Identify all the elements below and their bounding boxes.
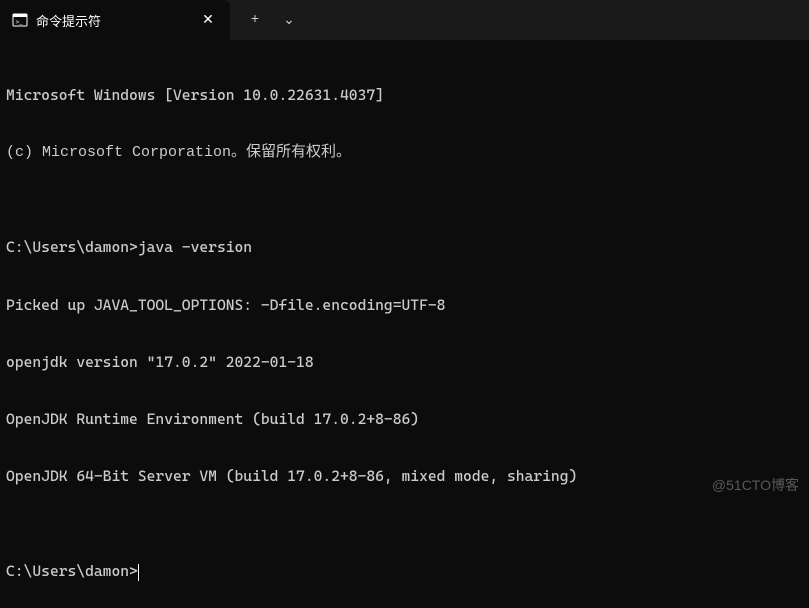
terminal-output[interactable]: Microsoft Windows [Version 10.0.22631.40…	[0, 40, 809, 608]
tab-dropdown-button[interactable]: ⌄	[272, 0, 306, 40]
watermark: @51CTO博客	[712, 475, 799, 495]
window-titlebar: >_ 命令提示符 ✕ + ⌄	[0, 0, 809, 40]
output-line: openjdk version "17.0.2" 2022-01-18	[6, 353, 803, 372]
new-tab-button[interactable]: +	[238, 0, 272, 40]
output-line: Microsoft Windows [Version 10.0.22631.40…	[6, 86, 803, 105]
output-line: C:\Users\damon>java -version	[6, 238, 803, 257]
output-line: Picked up JAVA_TOOL_OPTIONS: -Dfile.enco…	[6, 296, 803, 315]
cmd-icon: >_	[12, 12, 28, 28]
output-line: OpenJDK Runtime Environment (build 17.0.…	[6, 410, 803, 429]
prompt-line: C:\Users\damon>	[6, 562, 803, 581]
terminal-tab[interactable]: >_ 命令提示符 ✕	[0, 0, 230, 40]
svg-text:>_: >_	[16, 19, 24, 26]
output-line: OpenJDK 64-Bit Server VM (build 17.0.2+8…	[6, 467, 803, 486]
cursor	[138, 564, 139, 581]
output-line: (c) Microsoft Corporation。保留所有权利。	[6, 143, 803, 162]
prompt-text: C:\Users\damon>	[6, 562, 138, 581]
tab-title: 命令提示符	[36, 11, 178, 30]
tab-close-button[interactable]: ✕	[198, 10, 218, 30]
titlebar-actions: + ⌄	[230, 0, 306, 40]
